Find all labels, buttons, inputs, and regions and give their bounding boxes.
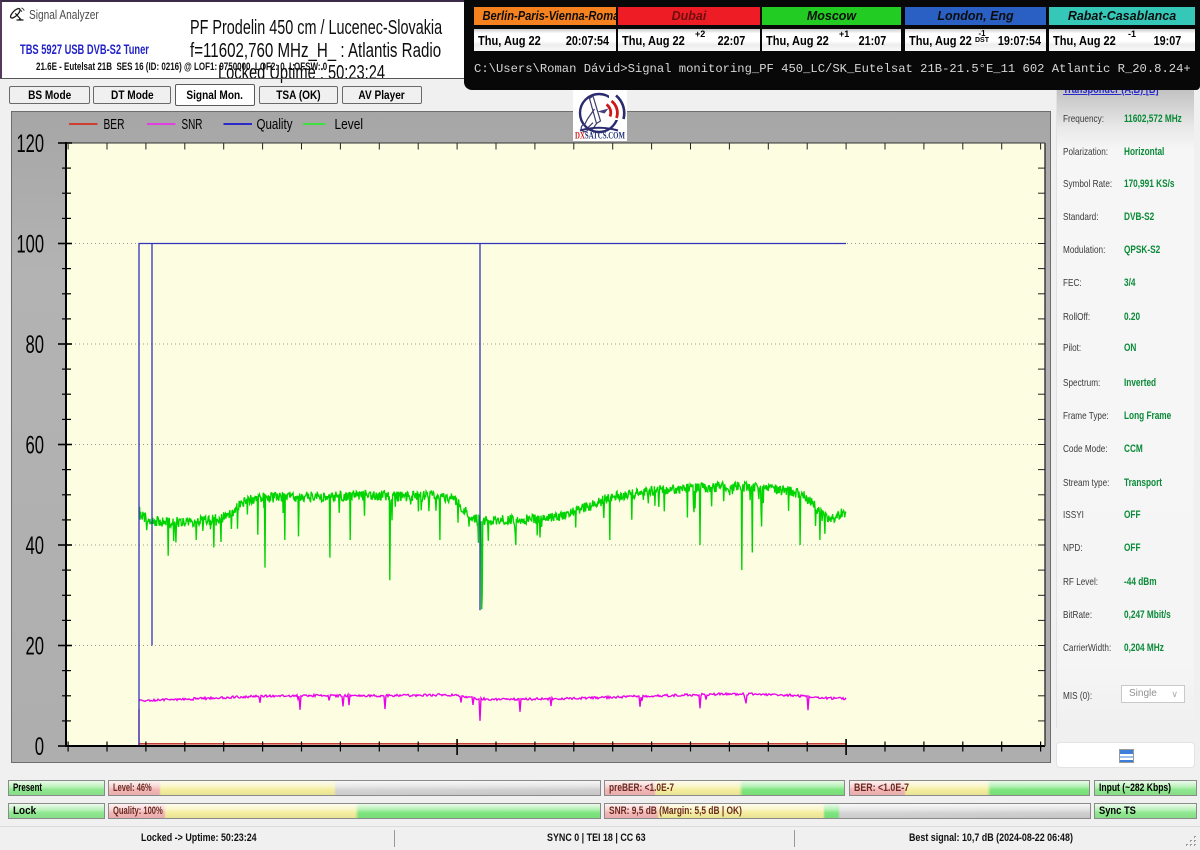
svg-text:120: 120	[17, 130, 45, 158]
svg-text:BER: BER	[104, 117, 125, 133]
svg-text:0: 0	[35, 733, 44, 761]
svg-text:40: 40	[26, 532, 45, 560]
svg-text:60: 60	[26, 432, 45, 460]
svg-text:Quality: Quality	[257, 117, 294, 133]
svg-text:100: 100	[17, 231, 45, 259]
svg-text:SNR: SNR	[182, 117, 203, 133]
svg-text:DXSATCS.COM: DXSATCS.COM	[575, 132, 625, 142]
svg-text:20: 20	[26, 633, 45, 661]
svg-text:80: 80	[26, 331, 45, 359]
svg-text:Level: Level	[335, 117, 364, 133]
